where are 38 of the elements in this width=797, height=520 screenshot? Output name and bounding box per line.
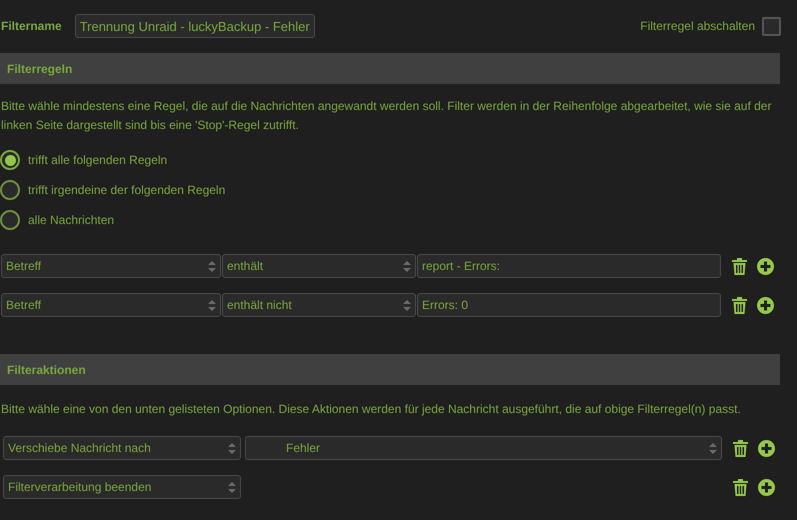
- field-label: Filtername: [1, 18, 62, 35]
- trash-icon[interactable]: [733, 440, 748, 456]
- trash-icon[interactable]: [733, 478, 748, 496]
- updown-arrow-icon: [403, 261, 411, 272]
- add-icon[interactable]: [757, 296, 774, 314]
- value-field[interactable]: report - Errors:: [417, 254, 721, 278]
- trash-icon[interactable]: [732, 296, 747, 314]
- checkbox-label: Filterregel abschalten: [640, 18, 755, 35]
- add-icon[interactable]: [758, 478, 775, 496]
- radio-button[interactable]: [0, 180, 20, 200]
- description-text: Bitte wähle mindestens eine Regel, die auf die Nachrichten angewandt werden soll. Filter werden in der Reihenfolge abgearbeitet, wie sie auf der linken Seite dargestellt sind bis eine 'Stop'-Regel zutrifft.: [0, 98, 772, 134]
- updown-arrow-icon: [228, 482, 236, 493]
- updown-arrow-icon: [228, 443, 236, 454]
- radio-button[interactable]: [0, 150, 20, 170]
- action-dropdown[interactable]: Verschiebe Nachricht nach: [3, 436, 241, 460]
- operator-dropdown[interactable]: enthält: [222, 254, 416, 278]
- updown-arrow-icon: [208, 300, 216, 311]
- description-text: Bitte wähle eine von den unten gelisteten Optionen. Diese Aktionen werden für jede Nachricht ausgeführt, die auf obige Filterregel(n) passt.: [0, 401, 742, 418]
- radio-label[interactable]: alle Nachrichten: [28, 211, 114, 229]
- section-header: Filteraktionen: [0, 354, 780, 385]
- field-dropdown[interactable]: Betreff: [1, 293, 221, 317]
- action-dropdown[interactable]: Filterverarbeitung beenden: [3, 475, 241, 499]
- section-header: Filterregeln: [0, 53, 780, 84]
- radio-label[interactable]: trifft irgendeine der folgenden Regeln: [28, 181, 226, 199]
- radio-label[interactable]: trifft alle folgenden Regeln: [28, 151, 168, 169]
- add-icon[interactable]: [758, 440, 775, 456]
- operator-dropdown[interactable]: enthält nicht: [222, 293, 416, 317]
- updown-arrow-icon: [709, 443, 717, 454]
- value-field[interactable]: Errors: 0: [417, 293, 721, 317]
- folder-dropdown[interactable]: Fehler: [245, 436, 722, 460]
- filter-name-field[interactable]: Trennung Unraid - luckyBackup - Fehler: [74, 14, 315, 38]
- updown-arrow-icon: [208, 261, 216, 272]
- updown-arrow-icon: [403, 300, 411, 311]
- radio-button[interactable]: [0, 210, 20, 230]
- add-icon[interactable]: [757, 258, 774, 274]
- trash-icon[interactable]: [732, 258, 747, 274]
- field-dropdown[interactable]: Betreff: [1, 254, 221, 278]
- disable-checkbox[interactable]: [762, 16, 781, 36]
